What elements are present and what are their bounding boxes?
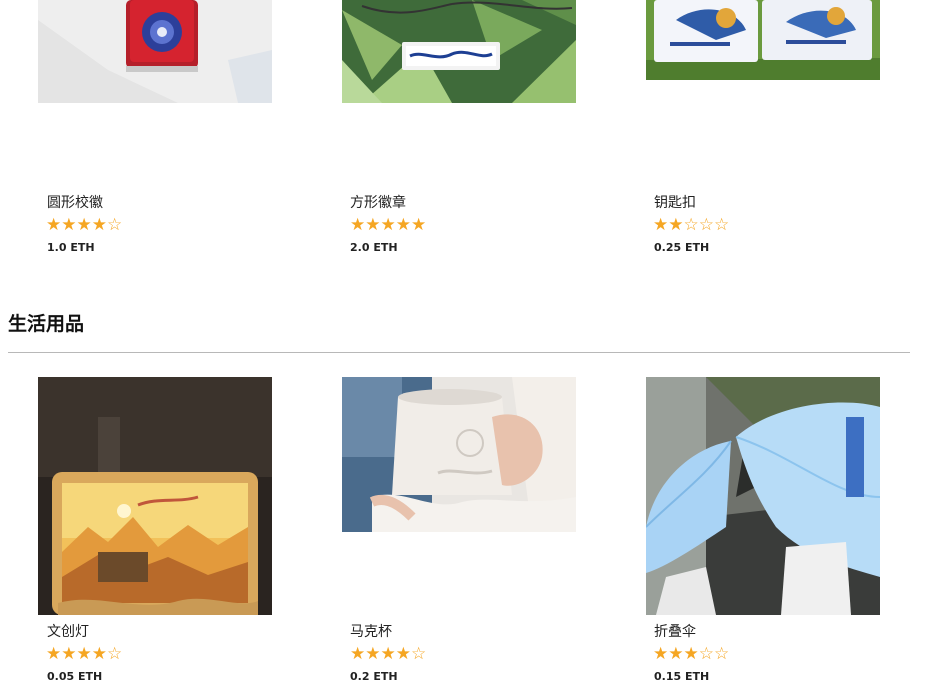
product-image-umbrella[interactable] bbox=[646, 377, 880, 615]
star-rating: ★★★★☆ bbox=[46, 644, 123, 664]
product-name[interactable]: 折叠伞 bbox=[654, 621, 696, 641]
product-image-round-badge[interactable] bbox=[38, 0, 272, 103]
product-image-keychain[interactable] bbox=[646, 0, 880, 80]
product-name[interactable]: 钥匙扣 bbox=[654, 192, 696, 212]
star-rating: ★★★★☆ bbox=[46, 215, 123, 235]
product-image-mug[interactable] bbox=[342, 377, 576, 532]
product-price: 1.0 ETH bbox=[47, 241, 95, 254]
star-rating: ★★★★☆ bbox=[350, 644, 427, 664]
product-price: 2.0 ETH bbox=[350, 241, 398, 254]
product-price: 0.2 ETH bbox=[350, 670, 398, 683]
star-rating: ★★★☆☆ bbox=[653, 644, 730, 664]
star-rating: ★★☆☆☆ bbox=[653, 215, 730, 235]
star-rating: ★★★★★ bbox=[350, 215, 427, 235]
product-name[interactable]: 方形徽章 bbox=[350, 192, 406, 212]
product-image-square-badge[interactable] bbox=[342, 0, 576, 103]
product-image-lamp[interactable] bbox=[38, 377, 272, 615]
product-price: 0.05 ETH bbox=[47, 670, 103, 683]
section-title: 生活用品 bbox=[8, 313, 85, 335]
product-price: 0.15 ETH bbox=[654, 670, 710, 683]
section-divider bbox=[8, 352, 910, 353]
product-price: 0.25 ETH bbox=[654, 241, 710, 254]
product-name[interactable]: 文创灯 bbox=[47, 621, 89, 641]
product-name[interactable]: 圆形校徽 bbox=[47, 192, 103, 212]
product-name[interactable]: 马克杯 bbox=[350, 621, 392, 641]
